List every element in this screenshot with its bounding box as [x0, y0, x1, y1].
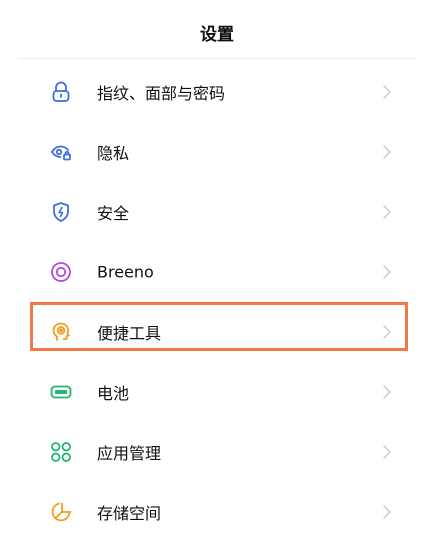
highlight-box: [30, 302, 408, 351]
chevron-right-icon: [382, 144, 392, 160]
breeno-icon: [49, 260, 73, 284]
chevron-right-icon: [382, 504, 392, 520]
settings-item-app-management[interactable]: 应用管理: [0, 422, 434, 482]
apps-grid-icon: [49, 440, 73, 464]
chevron-right-icon: [382, 204, 392, 220]
battery-icon: [49, 380, 73, 404]
settings-item-security[interactable]: 安全: [0, 182, 434, 242]
settings-item-label: 隐私: [97, 144, 130, 163]
settings-item-label: 应用管理: [97, 444, 162, 463]
settings-item-label: 电池: [97, 384, 130, 403]
settings-item-label: 指纹、面部与密码: [97, 84, 226, 103]
settings-item-fingerprint-face-password[interactable]: 指纹、面部与密码: [0, 62, 434, 122]
chevron-right-icon: [382, 384, 392, 400]
settings-item-label: 存储空间: [97, 504, 162, 523]
settings-item-battery[interactable]: 电池: [0, 362, 434, 422]
settings-item-privacy[interactable]: 隐私: [0, 122, 434, 182]
settings-item-storage[interactable]: 存储空间: [0, 482, 434, 542]
settings-item-breeno[interactable]: Breeno: [0, 242, 434, 302]
shield-icon: [49, 200, 73, 224]
title-divider: [18, 58, 416, 59]
chevron-right-icon: [382, 84, 392, 100]
eye-lock-icon: [49, 140, 73, 164]
settings-item-label: 安全: [97, 204, 130, 223]
settings-item-label: Breeno: [97, 262, 154, 282]
lock-icon: [49, 80, 73, 104]
page-title: 设置: [200, 25, 234, 45]
chevron-right-icon: [382, 264, 392, 280]
chevron-right-icon: [382, 444, 392, 460]
storage-pie-icon: [49, 500, 73, 524]
